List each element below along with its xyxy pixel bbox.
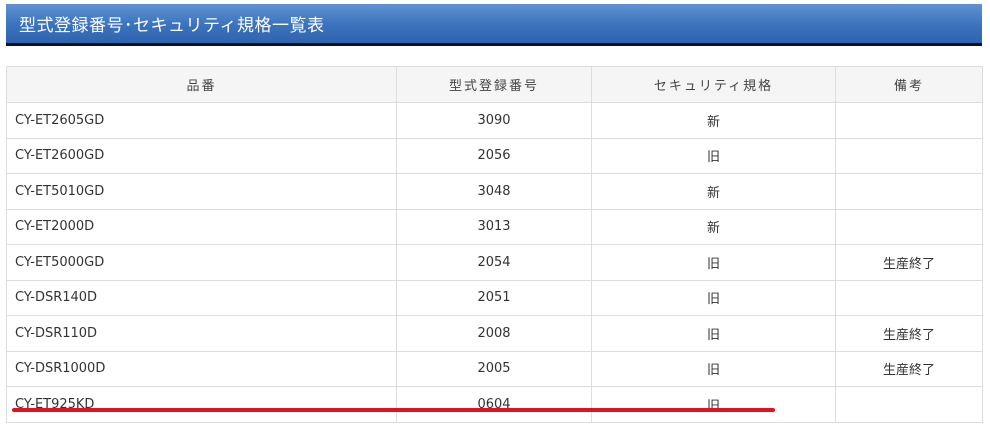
security-standard-cell: 旧: [591, 279, 836, 316]
red-underline-annotation: [12, 408, 775, 412]
note-cell: [835, 279, 983, 316]
header-note: 備考: [835, 66, 983, 103]
note-cell: [835, 386, 983, 423]
note-cell: [835, 173, 983, 210]
security-standard-cell: 旧: [591, 315, 836, 352]
table-row: CY-ET5000GD 2054 旧 生産終了: [6, 244, 983, 281]
part-number-cell: CY-DSR140D: [6, 279, 397, 316]
table-row: CY-ET5010GD 3048 新: [6, 173, 983, 210]
table-row: CY-ET2605GD 3090 新: [6, 102, 983, 139]
part-number-cell: CY-DSR1000D: [6, 350, 397, 387]
note-cell: 生産終了: [835, 350, 983, 387]
part-number-cell: CY-ET5000GD: [6, 244, 397, 281]
registration-number-cell: 0604: [396, 386, 592, 423]
registration-number-cell: 2056: [396, 137, 592, 174]
part-number-cell: CY-ET5010GD: [6, 173, 397, 210]
part-number-cell: CY-ET2000D: [6, 208, 397, 245]
page-title-bar: 型式登録番号･セキュリティ規格一覧表: [6, 4, 982, 46]
part-number-cell: CY-ET925KD: [6, 386, 397, 423]
security-standard-cell: 旧: [591, 350, 836, 387]
note-cell: 生産終了: [835, 315, 983, 352]
security-standard-cell: 新: [591, 208, 836, 245]
registration-number-cell: 2051: [396, 279, 592, 316]
table-row: CY-DSR1000D 2005 旧 生産終了: [6, 350, 983, 387]
security-standard-cell: 新: [591, 173, 836, 210]
table-header-row: 品番 型式登録番号 セキュリティ規格 備考: [6, 66, 983, 103]
registration-number-cell: 3013: [396, 208, 592, 245]
header-registration-number: 型式登録番号: [396, 66, 592, 103]
security-standard-cell: 旧: [591, 386, 836, 423]
registration-number-cell: 3048: [396, 173, 592, 210]
part-number-cell: CY-DSR110D: [6, 315, 397, 352]
registration-number-cell: 2054: [396, 244, 592, 281]
note-cell: [835, 208, 983, 245]
security-standard-cell: 新: [591, 102, 836, 139]
part-number-cell: CY-ET2605GD: [6, 102, 397, 139]
table-row: CY-ET925KD 0604 旧: [6, 386, 983, 423]
page-title: 型式登録番号･セキュリティ規格一覧表: [19, 16, 325, 36]
security-standard-cell: 旧: [591, 244, 836, 281]
note-cell: [835, 137, 983, 174]
header-security-standard: セキュリティ規格: [591, 66, 836, 103]
header-part-number: 品番: [6, 66, 397, 103]
registration-number-cell: 2008: [396, 315, 592, 352]
note-cell: 生産終了: [835, 244, 983, 281]
security-standard-cell: 旧: [591, 137, 836, 174]
table-row: CY-DSR140D 2051 旧: [6, 279, 983, 316]
table-row: CY-ET2600GD 2056 旧: [6, 137, 983, 174]
table-row: CY-DSR110D 2008 旧 生産終了: [6, 315, 983, 352]
part-number-cell: CY-ET2600GD: [6, 137, 397, 174]
note-cell: [835, 102, 983, 139]
registration-number-cell: 3090: [396, 102, 592, 139]
registration-number-cell: 2005: [396, 350, 592, 387]
table-row: CY-ET2000D 3013 新: [6, 208, 983, 245]
registration-table: 品番 型式登録番号 セキュリティ規格 備考 CY-ET2605GD 3090 新…: [6, 66, 983, 423]
